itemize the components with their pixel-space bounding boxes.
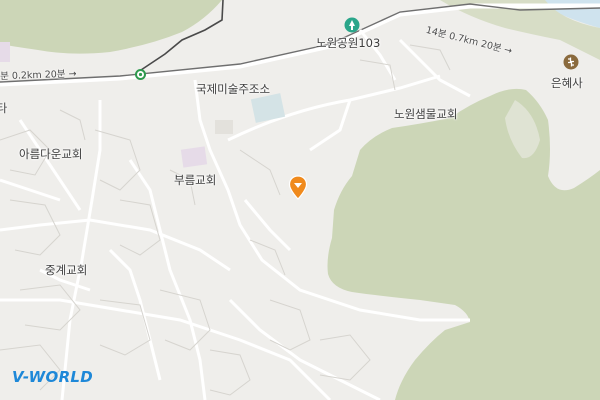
church-lot-left	[0, 42, 10, 62]
place-label-church-ahreum[interactable]: 아름다운교회	[19, 146, 82, 162]
building-lot	[215, 120, 233, 134]
place-label-church-nowon-saemmul[interactable]: 노원샘물교회	[394, 106, 457, 122]
place-label-church-bureum[interactable]: 부름교회	[174, 172, 216, 188]
church-lot-bureum	[180, 146, 208, 168]
forest-area-east	[327, 60, 600, 400]
place-label-park[interactable]: 노원공원103	[316, 35, 380, 51]
vworld-logo: V-WORLD	[12, 368, 93, 386]
place-label-art-hall[interactable]: 국제미술주조소	[196, 81, 270, 97]
place-label-partial-left[interactable]: 센타	[0, 100, 7, 116]
route-label-left: 8분 0.2km 20분 →	[0, 68, 77, 83]
place-label-temple[interactable]: 은혜사	[551, 75, 583, 91]
forest-area-north	[0, 0, 222, 54]
place-label-church-junggye[interactable]: 중계교회	[45, 262, 87, 278]
bus-stop-icon[interactable]	[135, 65, 146, 80]
vworld-logo-text: V-WORLD	[12, 368, 94, 386]
map-viewport[interactable]: 노원공원103 국제미술주조소 아름다운교회 부름교회 중계교회 노원샘물교회 …	[0, 0, 600, 400]
location-pin-icon[interactable]	[288, 175, 308, 201]
park-icon[interactable]	[344, 17, 360, 33]
buddhist-temple-icon[interactable]	[563, 54, 579, 70]
